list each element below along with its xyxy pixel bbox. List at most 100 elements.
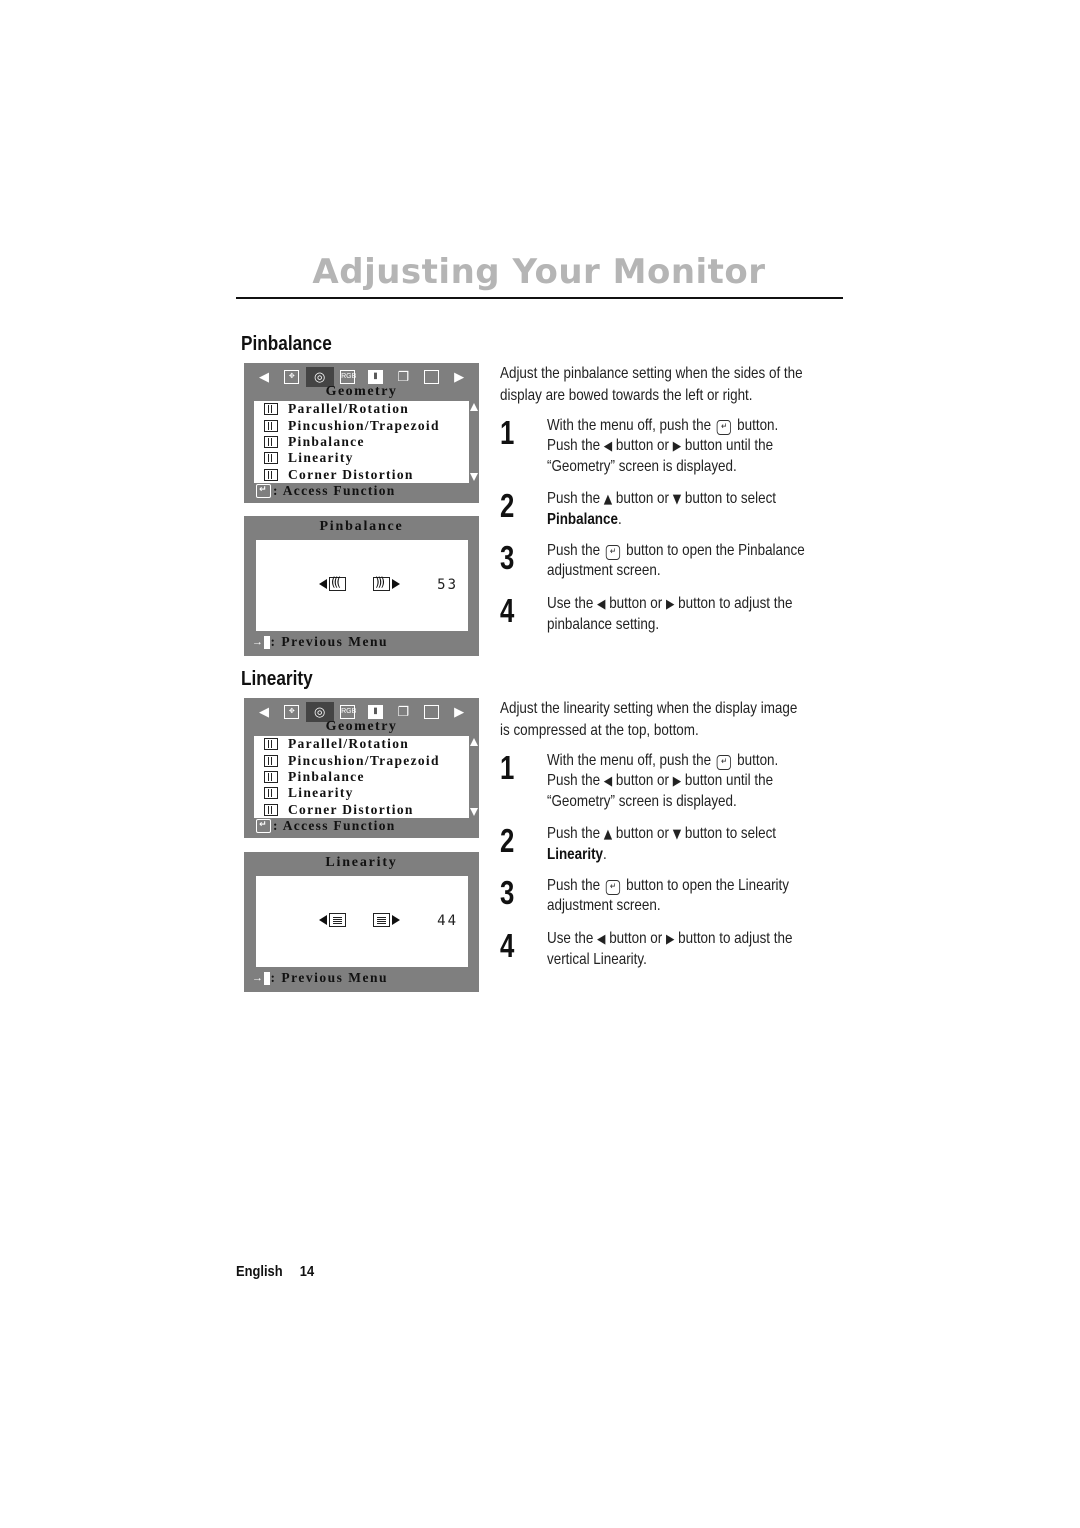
menu-item-pincushion-trapezoid[interactable]: Pincushion/Trapezoid bbox=[254, 752, 469, 768]
linearity-icon bbox=[264, 787, 278, 800]
linearity-left-icon bbox=[329, 913, 346, 927]
step-text: Use the ◀ button or ▶ button to adjust t… bbox=[547, 595, 793, 633]
enter-button-icon: ↵ bbox=[605, 880, 621, 895]
osd-scrollbar[interactable] bbox=[470, 736, 478, 818]
osd-access-hint: ↵ : Access Function bbox=[256, 483, 396, 499]
pinbalance-left-icon bbox=[329, 575, 346, 591]
left-triangle-icon: ◀ bbox=[597, 932, 606, 947]
osd-menu-list: Parallel/Rotation Pincushion/Trapezoid P… bbox=[254, 736, 469, 818]
osd-category-title: Geometry bbox=[325, 719, 398, 734]
decrease-arrow-icon[interactable] bbox=[319, 579, 327, 589]
menu-item-parallel-rotation[interactable]: Parallel/Rotation bbox=[254, 736, 469, 752]
adjust-panel: 53 bbox=[256, 540, 468, 631]
menu-item-linearity[interactable]: Linearity bbox=[254, 785, 469, 801]
exit-icon: → bbox=[252, 635, 270, 649]
step-text: Push the ↵ button to open the Pinbalance a… bbox=[547, 542, 805, 579]
pinbalance-icon bbox=[264, 435, 278, 448]
pinbalance-adjust-osd: Pinbalance 53 → : Previous Menu bbox=[244, 516, 479, 656]
pincushion-icon bbox=[264, 419, 278, 432]
right-triangle-icon: ▶ bbox=[665, 932, 675, 947]
enter-icon: ↵ bbox=[256, 484, 271, 498]
menu-item-corner-distortion[interactable]: Corner Distortion bbox=[254, 467, 469, 483]
title-divider bbox=[236, 297, 843, 299]
step-number: 2 bbox=[500, 822, 515, 859]
enter-icon: ↵ bbox=[256, 819, 271, 833]
previous-menu-hint: → : Previous Menu bbox=[252, 970, 388, 985]
scroll-down-icon[interactable] bbox=[470, 473, 478, 481]
linearity-icon bbox=[264, 452, 278, 465]
step-number: 4 bbox=[500, 927, 515, 964]
geometry-menu-osd: ◀ ✥ ◎ RGB ⫴ ❐ ▶ Geometry Parallel/Rotati… bbox=[244, 698, 479, 838]
left-triangle-icon: ◀ bbox=[597, 597, 606, 612]
step-text: With the menu off, push the ↵ button. Push… bbox=[547, 417, 779, 475]
scroll-up-icon[interactable] bbox=[470, 403, 478, 411]
right-triangle-icon: ▶ bbox=[672, 439, 682, 454]
decrease-control[interactable] bbox=[319, 575, 348, 591]
up-triangle-icon: ▲ bbox=[603, 492, 613, 507]
step-number: 4 bbox=[500, 592, 515, 629]
menu-item-pinbalance[interactable]: Pinbalance bbox=[254, 434, 469, 450]
step-number: 2 bbox=[500, 487, 515, 524]
parallel-rotation-icon bbox=[264, 403, 278, 416]
section-intro: Adjust the pinbalance setting when the s… bbox=[500, 365, 803, 404]
step-number: 1 bbox=[500, 414, 515, 451]
pincushion-icon bbox=[264, 754, 278, 767]
step-text: Push the ↵ button to open the Linearity ad… bbox=[547, 877, 789, 914]
section-heading-pinbalance: Pinbalance bbox=[241, 333, 332, 355]
section-intro: Adjust the linearity setting when the di… bbox=[500, 700, 798, 739]
enter-button-icon: ↵ bbox=[716, 755, 732, 770]
osd-category-title: Geometry bbox=[325, 384, 398, 399]
right-triangle-icon: ▶ bbox=[665, 597, 675, 612]
increase-control[interactable] bbox=[371, 575, 400, 591]
scroll-down-icon[interactable] bbox=[470, 808, 478, 816]
adjust-value: 53 bbox=[437, 577, 458, 593]
menu-item-linearity[interactable]: Linearity bbox=[254, 450, 469, 466]
page-number: 14 bbox=[299, 1263, 315, 1280]
decrease-control[interactable] bbox=[319, 913, 348, 927]
menu-item-pinbalance[interactable]: Pinbalance bbox=[254, 769, 469, 785]
corner-distortion-icon bbox=[264, 468, 278, 481]
down-triangle-icon: ▼ bbox=[672, 827, 682, 842]
down-triangle-icon: ▼ bbox=[672, 492, 682, 507]
enter-button-icon: ↵ bbox=[716, 420, 732, 435]
decrease-arrow-icon[interactable] bbox=[319, 915, 327, 925]
parallel-rotation-icon bbox=[264, 738, 278, 751]
menu-item-parallel-rotation[interactable]: Parallel/Rotation bbox=[254, 401, 469, 417]
increase-arrow-icon[interactable] bbox=[392, 579, 400, 589]
increase-control[interactable] bbox=[371, 913, 400, 927]
menu-item-corner-distortion[interactable]: Corner Distortion bbox=[254, 802, 469, 818]
linearity-right-icon bbox=[373, 913, 390, 927]
up-triangle-icon: ▲ bbox=[603, 827, 613, 842]
osd-access-hint: ↵ : Access Function bbox=[256, 818, 396, 834]
left-triangle-icon: ◀ bbox=[603, 439, 613, 454]
adjust-title: Linearity bbox=[325, 855, 398, 870]
exit-icon: → bbox=[252, 971, 270, 985]
step-number: 1 bbox=[500, 749, 515, 786]
adjust-value: 44 bbox=[437, 913, 458, 929]
pinbalance-icon bbox=[264, 770, 278, 783]
pinbalance-right-icon bbox=[373, 575, 390, 591]
step-number: 3 bbox=[500, 539, 515, 576]
osd-scrollbar[interactable] bbox=[470, 401, 478, 483]
step-number: 3 bbox=[500, 874, 515, 911]
menu-item-pincushion-trapezoid[interactable]: Pincushion/Trapezoid bbox=[254, 417, 469, 433]
enter-button-icon: ↵ bbox=[605, 545, 621, 560]
scroll-up-icon[interactable] bbox=[470, 738, 478, 746]
page-footer: English 14 bbox=[236, 1263, 314, 1280]
step-text: Push the ▲ button or ▼ button to select … bbox=[547, 490, 777, 528]
previous-menu-hint: → : Previous Menu bbox=[252, 634, 388, 649]
increase-arrow-icon[interactable] bbox=[392, 915, 400, 925]
step-text: Use the ◀ button or ▶ button to adjust t… bbox=[547, 930, 793, 968]
corner-distortion-icon bbox=[264, 803, 278, 816]
osd-menu-list: Parallel/Rotation Pincushion/Trapezoid P… bbox=[254, 401, 469, 483]
page-title: Adjusting Your Monitor bbox=[312, 252, 766, 292]
geometry-menu-osd: ◀ ✥ ◎ RGB ⫴ ❐ ▶ Geometry Parallel/Rotati… bbox=[244, 363, 479, 503]
adjust-title: Pinbalance bbox=[319, 519, 404, 534]
step-text: Push the ▲ button or ▼ button to select … bbox=[547, 825, 777, 863]
footer-language: English bbox=[236, 1263, 283, 1280]
right-triangle-icon: ▶ bbox=[672, 774, 682, 789]
section-heading-linearity: Linearity bbox=[241, 668, 313, 690]
left-triangle-icon: ◀ bbox=[603, 774, 613, 789]
step-text: With the menu off, push the ↵ button. Push… bbox=[547, 752, 779, 810]
adjust-panel: 44 bbox=[256, 876, 468, 967]
